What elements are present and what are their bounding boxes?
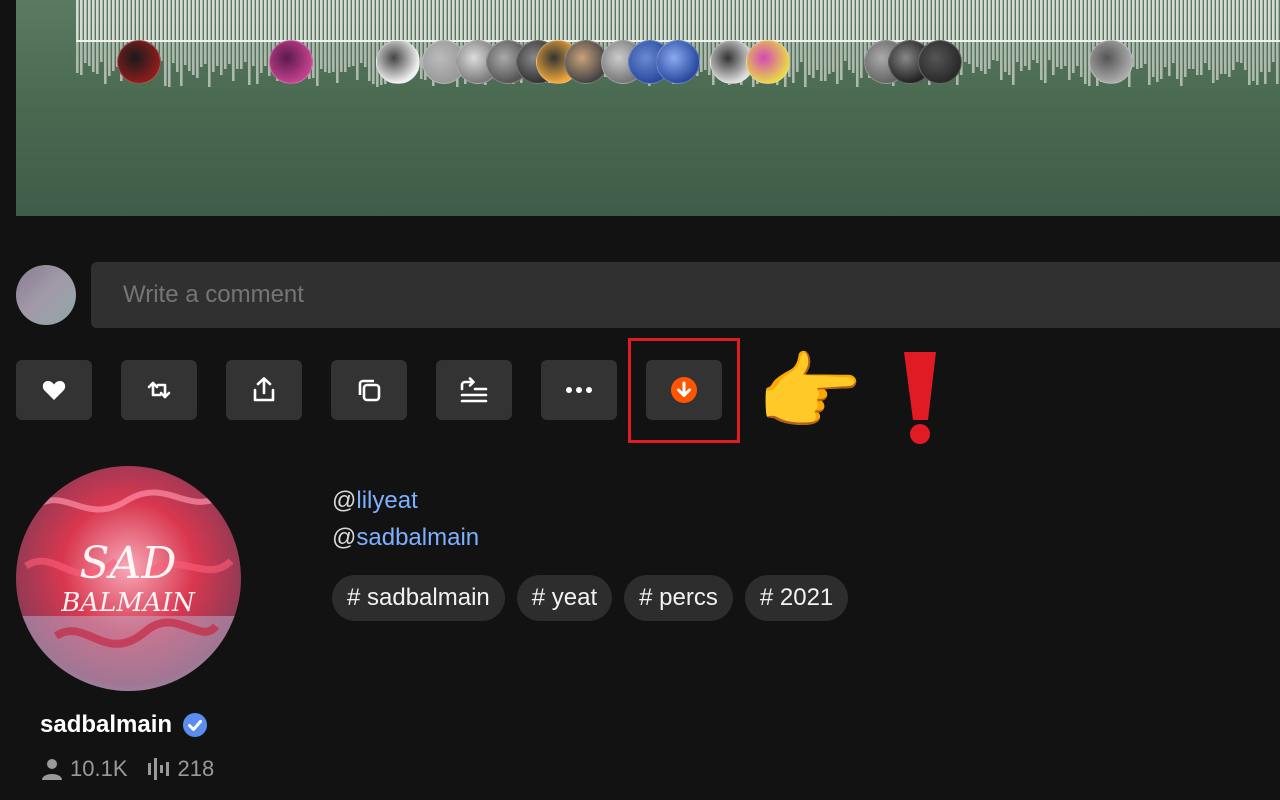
more-icon xyxy=(566,387,592,393)
tag-yeat[interactable]: # yeat xyxy=(516,575,613,621)
timed-comment-avatar[interactable] xyxy=(746,40,790,84)
like-button[interactable] xyxy=(16,360,92,420)
mention-handle[interactable]: lilyeat xyxy=(356,487,417,514)
heart-icon xyxy=(42,380,66,400)
highlight-box xyxy=(628,338,740,443)
repost-button[interactable] xyxy=(121,360,197,420)
share-icon xyxy=(253,377,275,402)
waveform[interactable] xyxy=(16,0,1280,216)
mention-sadbalmain[interactable]: @sadbalmain xyxy=(332,524,479,552)
followers-count: 10.1K xyxy=(70,756,128,781)
tracks-count: 218 xyxy=(177,756,215,781)
timed-comment-avatar[interactable] xyxy=(1089,40,1133,84)
mention-prefix: @ xyxy=(332,524,357,551)
pointing-hand-icon: 👉 xyxy=(756,343,864,443)
tracks-icon xyxy=(147,758,169,780)
playlist-add-icon xyxy=(460,377,488,403)
copy-icon xyxy=(358,379,381,402)
repost-icon xyxy=(147,381,171,399)
add-to-next-up-button[interactable] xyxy=(436,360,512,420)
share-button[interactable] xyxy=(226,360,302,420)
timed-comment-avatar[interactable] xyxy=(269,40,313,84)
artwork-image: SAD BALMAIN xyxy=(16,466,241,691)
tag-sadbalmain[interactable]: # sadbalmain xyxy=(332,575,505,621)
svg-text:BALMAIN: BALMAIN xyxy=(60,588,196,618)
timed-comment-avatar[interactable] xyxy=(918,40,962,84)
exclamation-icon xyxy=(904,352,936,444)
svg-text:SAD: SAD xyxy=(79,538,176,589)
tag-list: # sadbalmain # yeat # percs # 2021 xyxy=(332,575,849,621)
followers-icon xyxy=(42,759,62,780)
tag-2021[interactable]: # 2021 xyxy=(744,575,849,621)
mention-prefix: @ xyxy=(332,487,357,514)
comment-input[interactable] xyxy=(91,262,1280,328)
waveform-panel[interactable] xyxy=(16,0,1280,216)
verified-badge-icon xyxy=(183,713,208,737)
mention-handle[interactable]: sadbalmain xyxy=(356,524,479,551)
user-avatar xyxy=(16,265,76,325)
timed-comment-avatar[interactable] xyxy=(117,40,161,84)
copy-link-button[interactable] xyxy=(331,360,407,420)
timed-comment-avatar[interactable] xyxy=(656,40,700,84)
more-button[interactable] xyxy=(541,360,617,420)
artist-stats: 10.1K 218 xyxy=(40,756,214,782)
artist-name[interactable]: sadbalmain xyxy=(40,711,172,739)
track-artwork[interactable]: SAD BALMAIN xyxy=(16,466,241,691)
tag-percs[interactable]: # percs xyxy=(624,575,733,621)
mention-lilyeat[interactable]: @lilyeat xyxy=(332,487,418,515)
artist-name-row[interactable]: sadbalmain xyxy=(40,711,208,739)
timed-comment-avatar[interactable] xyxy=(376,40,420,84)
